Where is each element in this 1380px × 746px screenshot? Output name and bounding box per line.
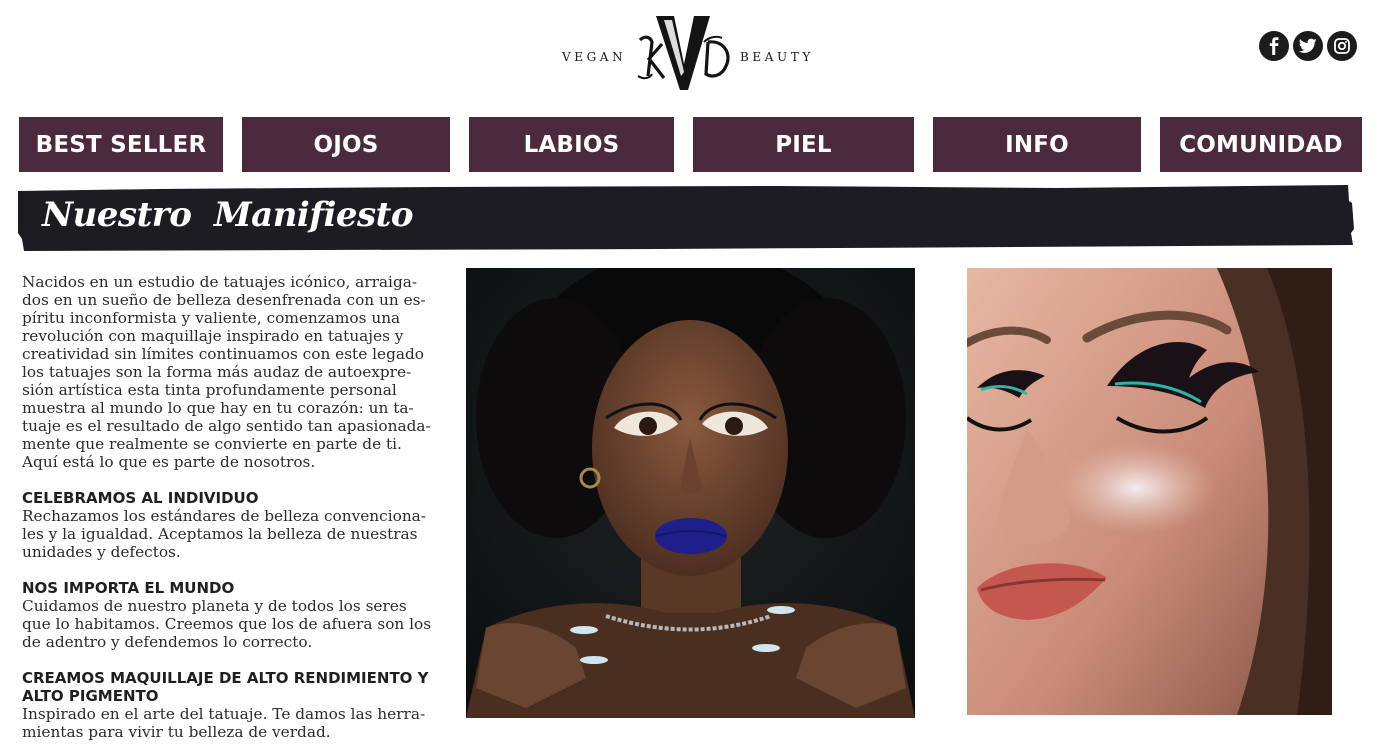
section-body-mundo: Cuidamos de nuestro planeta y de todos l… bbox=[22, 597, 446, 651]
text-line: sión artística esta tinta profundamente … bbox=[22, 381, 397, 399]
text-line: píritu inconformista y valiente, comenza… bbox=[22, 309, 401, 327]
twitter-icon[interactable] bbox=[1293, 31, 1323, 61]
text-line: de adentro y defendemos lo correcto. bbox=[22, 633, 313, 651]
text-line: que lo habitamos. Creemos que los de afu… bbox=[22, 615, 432, 633]
nav-comunidad[interactable]: COMUNIDAD bbox=[1160, 117, 1362, 172]
text-line: los tatuajes son la forma más audaz de a… bbox=[22, 363, 412, 381]
model-photo-flame-liner bbox=[967, 268, 1332, 715]
text-line: Aquí está lo que es parte de nosotros. bbox=[22, 453, 316, 471]
text-line: Inspirado en el arte del tatuaje. Te dam… bbox=[22, 705, 426, 723]
text-line: dos en un sueño de belleza desenfrenada … bbox=[22, 291, 426, 309]
nav-info[interactable]: INFO bbox=[933, 117, 1141, 172]
text-line: tuaje es el resultado de algo sentido ta… bbox=[22, 417, 431, 435]
nav-best-seller[interactable]: BEST SELLER bbox=[19, 117, 223, 172]
manifesto-text: Nacidos en un estudio de tatuajes icónic… bbox=[22, 273, 446, 741]
text-line: mientas para vivir tu belleza de verdad. bbox=[22, 723, 331, 741]
intro-paragraph: Nacidos en un estudio de tatuajes icónic… bbox=[22, 273, 446, 471]
text-line: mente que realmente se convierte en part… bbox=[22, 435, 402, 453]
facebook-icon[interactable] bbox=[1259, 31, 1289, 61]
kvd-monogram-icon bbox=[637, 16, 730, 90]
section-heading-individuo: CELEBRAMOS AL INDIVIDUO bbox=[22, 489, 259, 507]
logo-vegan-text: VEGAN bbox=[562, 50, 627, 64]
text-line: unidades y defectos. bbox=[22, 543, 181, 561]
nav-piel[interactable]: PIEL bbox=[693, 117, 914, 172]
social-links bbox=[1259, 31, 1357, 61]
manifesto-title: Nuestro Manifiesto bbox=[42, 195, 414, 235]
brand-logo[interactable]: VEGAN BEAUTY bbox=[560, 14, 822, 94]
nav-ojos[interactable]: OJOS bbox=[242, 117, 450, 172]
model-photo-graphic-liner bbox=[466, 268, 915, 718]
heading-line: CREAMOS MAQUILLAJE DE ALTO RENDIMIENTO Y bbox=[22, 669, 429, 687]
instagram-icon[interactable] bbox=[1327, 31, 1357, 61]
section-heading-mundo: NOS IMPORTA EL MUNDO bbox=[22, 579, 235, 597]
section-banner: Nuestro Manifiesto bbox=[18, 183, 1356, 253]
logo-beauty-text: BEAUTY bbox=[740, 50, 814, 64]
heading-line: ALTO PIGMENTO bbox=[22, 687, 159, 705]
text-line: les y la igualdad. Aceptamos la belleza … bbox=[22, 525, 418, 543]
text-line: revolución con maquillaje inspirado en t… bbox=[22, 327, 404, 345]
section-body-maquillaje: Inspirado en el arte del tatuaje. Te dam… bbox=[22, 705, 446, 741]
text-line: Cuidamos de nuestro planeta y de todos l… bbox=[22, 597, 407, 615]
text-line: creatividad sin límites continuamos con … bbox=[22, 345, 424, 363]
text-line: Rechazamos los estándares de belleza con… bbox=[22, 507, 426, 525]
section-body-individuo: Rechazamos los estándares de belleza con… bbox=[22, 507, 446, 561]
text-line: Nacidos en un estudio de tatuajes icónic… bbox=[22, 273, 418, 291]
text-line: muestra al mundo lo que hay en tu corazó… bbox=[22, 399, 414, 417]
section-heading-maquillaje: CREAMOS MAQUILLAJE DE ALTO RENDIMIENTO Y… bbox=[22, 669, 446, 705]
nav-labios[interactable]: LABIOS bbox=[469, 117, 674, 172]
